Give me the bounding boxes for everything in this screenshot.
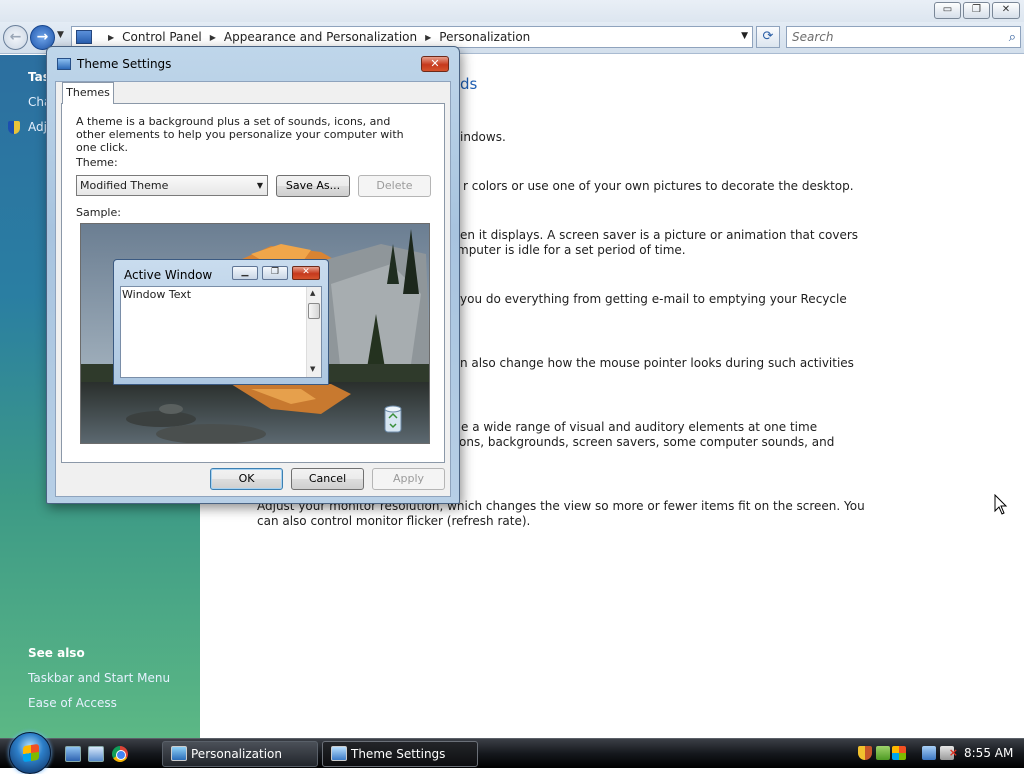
mouse-cursor-icon — [994, 494, 1008, 515]
item-description: you do everything from getting e-mail to… — [460, 292, 847, 306]
item-description: e a wide range of visual and auditory el… — [461, 420, 818, 434]
item-description: n also change how the mouse pointer look… — [460, 356, 854, 370]
dialog-body: Themes A theme is a background plus a se… — [55, 81, 451, 497]
chrome-icon[interactable] — [112, 746, 128, 762]
recycle-bin-icon — [384, 405, 402, 433]
show-desktop-icon[interactable] — [65, 746, 81, 762]
search-placeholder: Search — [792, 30, 834, 44]
ok-button[interactable]: OK — [210, 468, 283, 490]
uac-shield-icon — [8, 121, 20, 134]
maximize-icon: ❐ — [262, 266, 288, 280]
theme-settings-dialog: Theme Settings ✕ Themes A theme is a bac… — [46, 46, 460, 504]
refresh-button[interactable]: ⟳ — [756, 26, 780, 48]
taskbar-button-personalization[interactable]: Personalization — [162, 741, 318, 767]
security-shield-icon[interactable] — [858, 746, 872, 760]
save-as-button[interactable]: Save As... — [276, 175, 350, 197]
delete-button[interactable]: Delete — [358, 175, 431, 197]
clock[interactable]: 8:55 AM — [964, 746, 1013, 760]
breadcrumb-separator-icon[interactable]: ▶ — [108, 33, 114, 42]
dialog-title: Theme Settings — [77, 57, 172, 71]
tab-themes[interactable]: Themes — [62, 82, 114, 104]
windows-update-icon[interactable] — [876, 746, 890, 760]
theme-select-value: Modified Theme — [80, 179, 169, 192]
preview-window-text: Window Text — [122, 288, 192, 301]
see-also-taskbar-link[interactable]: Taskbar and Start Menu — [28, 671, 170, 685]
breadcrumb-separator-icon[interactable]: ▶ — [425, 33, 431, 42]
taskbar-button-theme-settings[interactable]: Theme Settings — [322, 741, 478, 767]
theme-settings-icon — [331, 746, 347, 761]
windows-center-icon[interactable] — [892, 746, 906, 760]
close-icon: ✕ — [430, 57, 440, 70]
page-heading: ds — [460, 75, 478, 93]
window-titlebar: ▭ ❐ ✕ — [0, 0, 1024, 22]
address-dropdown-icon[interactable]: ▼ — [741, 31, 748, 41]
breadcrumb-personalization[interactable]: Personalization — [439, 30, 530, 44]
themes-tab-panel: A theme is a background plus a set of so… — [61, 103, 445, 463]
minimize-button[interactable]: ▭ — [934, 2, 961, 19]
close-icon: ✕ — [292, 266, 320, 280]
search-icon[interactable]: ⌕ — [1009, 28, 1016, 48]
theme-icon — [57, 58, 71, 70]
theme-description: A theme is a background plus a set of so… — [76, 115, 404, 154]
dialog-titlebar[interactable]: Theme Settings ✕ — [47, 47, 459, 81]
back-button[interactable]: ← — [3, 25, 28, 50]
recent-pages-icon[interactable]: ▼ — [57, 30, 64, 40]
dialog-close-button[interactable]: ✕ — [421, 56, 449, 72]
chevron-up-icon: ▲ — [310, 289, 316, 297]
personalization-icon — [171, 746, 187, 761]
sample-label: Sample: — [76, 206, 121, 219]
item-description: r colors or use one of your own pictures… — [463, 179, 854, 193]
taskbar: Personalization Theme Settings 8:55 AM — [0, 732, 1024, 774]
preview-window-client: Window Text ▲ ▼ — [120, 286, 322, 378]
chevron-down-icon: ▼ — [256, 181, 263, 190]
item-description: ons, backgrounds, screen savers, some co… — [459, 435, 835, 449]
taskbar-button-label: Theme Settings — [351, 747, 446, 761]
apply-button[interactable]: Apply — [372, 468, 445, 490]
task-link[interactable]: Adj — [28, 120, 47, 134]
preview-scrollbar: ▲ ▼ — [306, 287, 321, 377]
breadcrumb-control-panel[interactable]: Control Panel — [122, 30, 202, 44]
close-button[interactable]: ✕ — [992, 2, 1020, 19]
item-description: mputer is idle for a set period of time. — [457, 243, 686, 257]
see-also-ease-of-access-link[interactable]: Ease of Access — [28, 696, 117, 710]
preview-window-title: Active Window — [124, 268, 213, 282]
maximize-button[interactable]: ❐ — [963, 2, 990, 19]
windows-flag-icon — [23, 743, 39, 763]
theme-select[interactable]: Modified Theme ▼ — [76, 175, 268, 196]
theme-sample-preview: Active Window ▁ ❐ ✕ Window Text ▲ ▼ — [80, 223, 430, 444]
minimize-icon: ▁ — [232, 266, 258, 280]
chevron-down-icon: ▼ — [310, 365, 316, 373]
search-input[interactable]: Search ⌕ — [786, 26, 1021, 48]
see-also-heading: See also — [28, 646, 85, 660]
refresh-icon: ⟳ — [762, 29, 774, 44]
item-description: indows. — [460, 130, 506, 144]
volume-muted-icon[interactable] — [940, 746, 958, 760]
taskbar-button-label: Personalization — [191, 747, 282, 761]
breadcrumb-appearance[interactable]: Appearance and Personalization — [224, 30, 417, 44]
item-description: can also control monitor flicker (refres… — [257, 514, 531, 528]
preview-active-window: Active Window ▁ ❐ ✕ Window Text ▲ ▼ — [113, 259, 329, 385]
system-tray: 8:55 AM — [852, 739, 1024, 769]
control-panel-icon — [76, 30, 92, 44]
item-description: en it displays. A screen saver is a pict… — [460, 228, 859, 242]
theme-label: Theme: — [76, 156, 118, 169]
address-field[interactable]: ▶ Control Panel ▶ Appearance and Persona… — [71, 26, 753, 48]
cancel-button[interactable]: Cancel — [291, 468, 364, 490]
breadcrumb-separator-icon[interactable]: ▶ — [210, 33, 216, 42]
preview-scroll-thumb — [308, 303, 320, 319]
network-icon[interactable] — [922, 746, 936, 760]
switch-windows-icon[interactable] — [88, 746, 104, 762]
